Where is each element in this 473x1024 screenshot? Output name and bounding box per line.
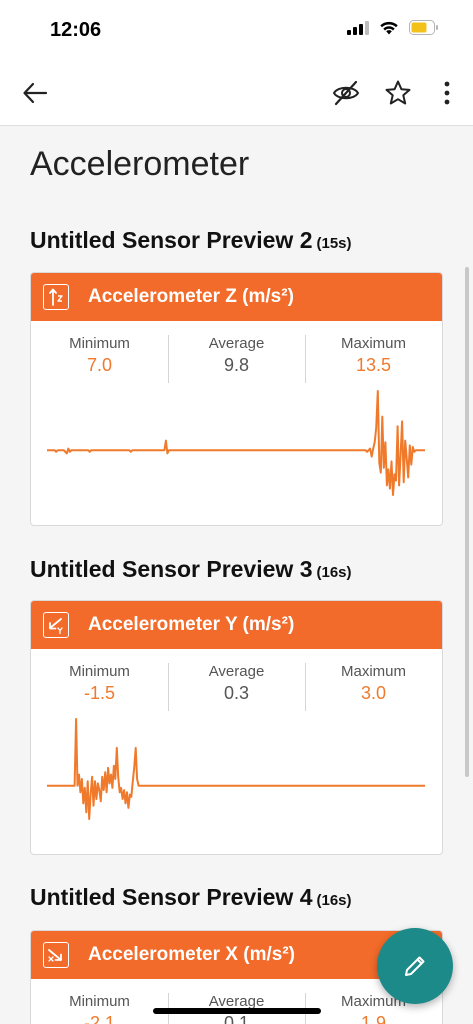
sensor-card[interactable]: Accelerometer Y (m/s²) Minimum -1.5 Aver…	[30, 600, 443, 855]
status-icons	[347, 20, 439, 40]
app-bar	[0, 60, 473, 126]
status-time: 12:06	[50, 19, 102, 41]
sensor-chart	[47, 718, 425, 820]
stat-maximum: Maximum 3.0	[305, 649, 442, 711]
stat-value: 9.8	[223, 355, 250, 375]
preview-title: Untitled Sensor Preview 3 (16s)	[30, 556, 352, 583]
sensor-card[interactable]: Accelerometer Z (m/s²) Minimum 7.0 Avera…	[30, 272, 443, 526]
stat-minimum: Minimum -1.5	[31, 649, 168, 711]
home-indicator	[153, 1008, 321, 1014]
preview-duration: (16s)	[316, 892, 352, 909]
back-button[interactable]	[19, 77, 51, 109]
y-axis-icon	[43, 612, 69, 638]
stat-value: -1.5	[83, 683, 116, 703]
sensor-label: Accelerometer X (m/s²)	[88, 944, 295, 965]
stats-row: Minimum -1.5 Average 0.3 Maximum 3.0	[31, 649, 442, 711]
series-line	[47, 390, 425, 496]
stat-value: 7.0	[86, 355, 113, 375]
preview-name: Untitled Sensor Preview 2	[30, 227, 313, 253]
status-bar: 12:06	[0, 0, 473, 60]
stat-value: -2.1	[83, 1013, 116, 1024]
favorite-button[interactable]	[382, 77, 414, 109]
preview-name: Untitled Sensor Preview 3	[30, 556, 313, 582]
stat-label: Minimum	[69, 335, 130, 352]
wifi-icon	[379, 20, 399, 40]
stat-label: Minimum	[69, 993, 130, 1010]
stat-value: 0.1	[223, 1013, 250, 1024]
stat-label: Maximum	[340, 663, 406, 680]
preview-duration: (15s)	[316, 235, 352, 252]
series-line	[47, 718, 425, 820]
stat-value: 13.5	[355, 355, 392, 375]
pencil-icon	[405, 956, 425, 976]
stat-label: Maximum	[340, 335, 406, 352]
sensor-chart	[47, 390, 425, 496]
scrollbar[interactable]	[465, 267, 469, 777]
stat-label: Average	[208, 335, 265, 352]
eye-off-icon	[332, 80, 360, 106]
stats-row: Minimum 7.0 Average 9.8 Maximum 13.5	[31, 321, 442, 383]
stat-average: Average 0.1	[168, 979, 305, 1024]
stat-value: 0.3	[223, 683, 250, 703]
battery-icon	[409, 20, 439, 40]
sensor-label: Accelerometer Z (m/s²)	[88, 286, 294, 307]
stat-average: Average 0.3	[168, 649, 305, 711]
stat-value: 1.9	[360, 1013, 387, 1024]
more-options-button[interactable]	[431, 77, 463, 109]
preview-title: Untitled Sensor Preview 4 (16s)	[30, 884, 352, 911]
z-axis-icon	[43, 284, 69, 310]
stat-minimum: Minimum -2.1	[31, 979, 168, 1024]
stat-minimum: Minimum 7.0	[31, 321, 168, 383]
preview-duration: (16s)	[316, 564, 352, 581]
sensor-label: Accelerometer Y (m/s²)	[88, 614, 295, 635]
more-vert-icon	[444, 81, 450, 105]
star-icon	[385, 80, 411, 105]
card-header: Accelerometer Y (m/s²)	[31, 601, 442, 649]
stat-label: Minimum	[69, 663, 130, 680]
edit-fab-button[interactable]	[377, 928, 453, 1004]
cellular-signal-icon	[347, 20, 369, 40]
content: Accelerometer Untitled Sensor Preview 2(…	[0, 127, 473, 1024]
stats-row: Minimum -2.1 Average 0.1 Maximum 1.9	[31, 979, 442, 1024]
hide-preview-button[interactable]	[330, 77, 362, 109]
card-header: Accelerometer Z (m/s²)	[31, 273, 442, 321]
page-title: Accelerometer	[30, 145, 250, 183]
stat-label: Average	[208, 663, 265, 680]
preview-name: Untitled Sensor Preview 4	[30, 884, 313, 910]
stat-value: 3.0	[360, 683, 387, 703]
preview-title: Untitled Sensor Preview 2 (15s)	[30, 227, 352, 254]
arrow-left-icon	[23, 82, 48, 104]
stat-average: Average 9.8	[168, 321, 305, 383]
stat-maximum: Maximum 13.5	[305, 321, 442, 383]
x-axis-icon	[43, 942, 69, 968]
